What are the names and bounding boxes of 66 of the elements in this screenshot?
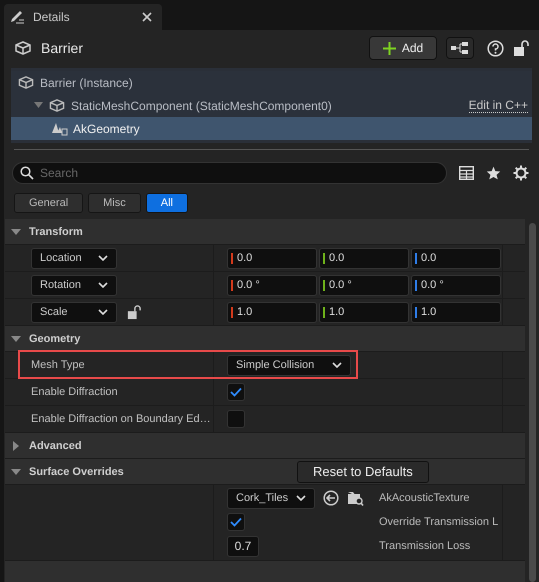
search-icon xyxy=(20,166,34,180)
filter-tab[interactable]: All xyxy=(146,193,188,213)
reset-to-defaults-button[interactable]: Reset to Defaults xyxy=(297,460,429,482)
category-header[interactable]: Transform xyxy=(5,219,525,245)
number-field[interactable]: 0.0 xyxy=(227,248,317,268)
plus-icon xyxy=(382,42,396,54)
close-icon[interactable] xyxy=(142,12,152,22)
unlocked-padlock-icon[interactable] xyxy=(127,304,141,320)
category-header[interactable]: Surface Overrides Reset to Defaults xyxy=(5,459,525,485)
settings-icon[interactable] xyxy=(513,165,529,181)
chevron-down-icon xyxy=(332,362,342,368)
number-field[interactable]: 1.0 xyxy=(319,302,409,322)
table-view-icon[interactable] xyxy=(459,166,474,180)
chevron-down-icon xyxy=(98,255,108,261)
expand-triangle-icon[interactable] xyxy=(11,466,21,476)
chevron-down-icon xyxy=(98,282,108,288)
folder-search-icon[interactable] xyxy=(347,490,364,506)
hierarchy-button[interactable] xyxy=(446,37,474,59)
property-label: Transmission Loss xyxy=(379,540,470,552)
chevron-down-icon xyxy=(296,495,306,501)
edit-in-cpp-link[interactable]: Edit in C++ xyxy=(468,98,528,113)
checkbox[interactable] xyxy=(227,513,245,531)
checkbox[interactable] xyxy=(227,410,245,428)
property-label: Enable Diffraction on Boundary Ed… xyxy=(31,413,211,425)
transform-mode-dropdown[interactable]: Location xyxy=(31,248,117,268)
hierarchy-icon xyxy=(451,42,469,54)
property-label: AkAcousticTexture xyxy=(379,492,470,504)
expand-triangle-icon[interactable] xyxy=(11,226,21,236)
scrollbar-thumb[interactable] xyxy=(528,223,536,582)
number-field[interactable]: 0.0 xyxy=(411,248,501,268)
unlocked-padlock-icon[interactable] xyxy=(513,40,529,56)
component-tree-item[interactable]: AkGeometry xyxy=(11,117,532,140)
transform-mode-dropdown[interactable]: Scale xyxy=(31,302,117,322)
category-header[interactable]: Geometry xyxy=(5,326,525,352)
cube-icon xyxy=(17,75,35,90)
pencil-icon xyxy=(9,9,25,25)
chevron-down-icon xyxy=(98,309,108,315)
number-field[interactable]: 0.7 xyxy=(227,536,259,556)
number-field[interactable]: 0.0 xyxy=(319,248,409,268)
expand-triangle-icon[interactable] xyxy=(11,334,21,344)
expand-triangle-icon[interactable] xyxy=(11,440,21,450)
filter-tab[interactable]: General xyxy=(14,193,84,213)
add-button[interactable]: Add xyxy=(369,36,437,60)
details-tab[interactable]: Details xyxy=(4,4,162,30)
geometry-component-icon xyxy=(51,121,68,136)
transform-mode-dropdown[interactable]: Rotation xyxy=(31,274,117,296)
expand-triangle-icon[interactable] xyxy=(34,102,43,109)
number-field[interactable]: 1.0 xyxy=(227,302,317,322)
number-field[interactable]: 1.0 xyxy=(411,302,501,322)
property-label: Override Transmission L xyxy=(379,516,498,528)
cube-icon xyxy=(48,98,66,113)
actor-title: Barrier xyxy=(41,40,84,56)
number-field[interactable]: 0.0 ° xyxy=(227,274,317,296)
texture-dropdown[interactable]: Cork_Tiles xyxy=(227,488,316,508)
help-icon[interactable] xyxy=(487,40,504,56)
star-icon[interactable] xyxy=(486,166,501,180)
mesh-type-dropdown[interactable]: Simple Collision xyxy=(227,354,351,376)
checkbox[interactable] xyxy=(227,383,245,401)
category-header[interactable]: Advanced xyxy=(5,433,525,459)
property-label: Enable Diffraction xyxy=(31,386,118,398)
search-field[interactable]: Search xyxy=(12,162,447,184)
cube-icon xyxy=(14,40,32,56)
number-field[interactable]: 0.0 ° xyxy=(319,274,409,296)
filter-tab[interactable]: Misc xyxy=(88,193,141,213)
property-label: Mesh Type xyxy=(31,359,85,371)
number-field[interactable]: 0.0 ° xyxy=(411,274,501,296)
